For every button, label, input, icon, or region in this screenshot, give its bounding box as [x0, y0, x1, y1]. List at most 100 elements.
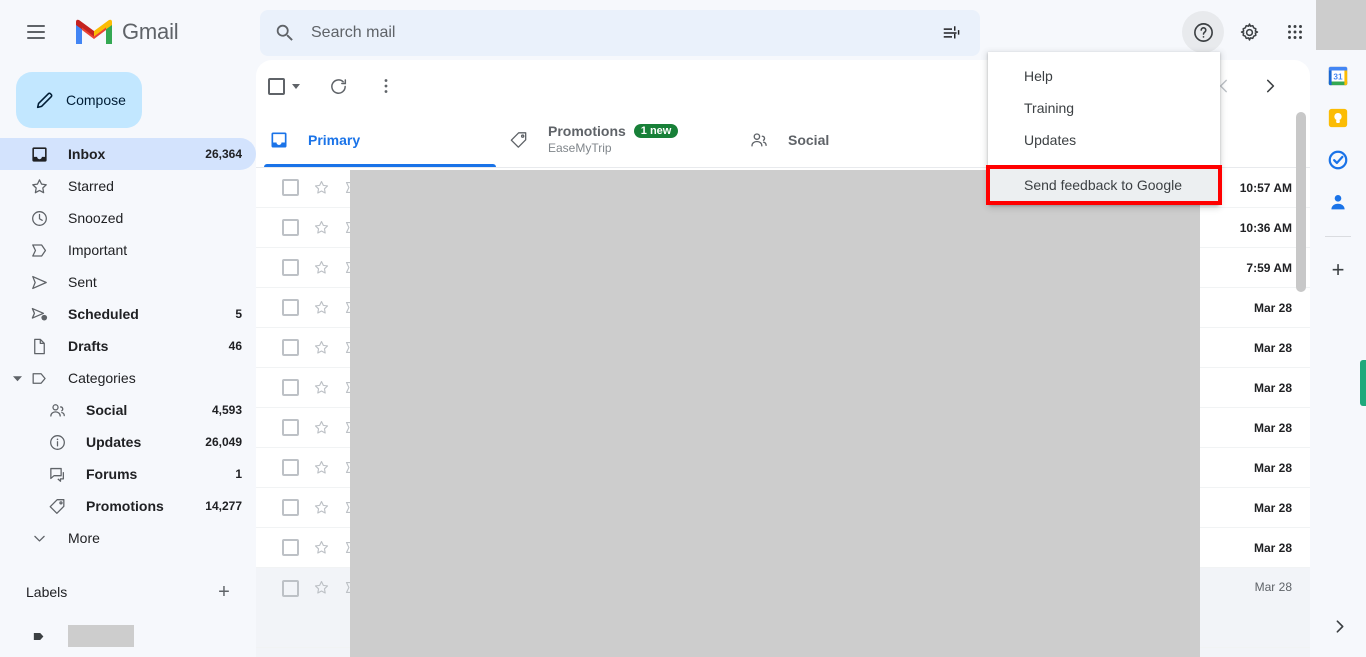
star-icon[interactable] [313, 179, 330, 196]
filter-options-icon[interactable] [932, 13, 972, 53]
gmail-logo-icon [74, 17, 114, 47]
sidebar-item-starred[interactable]: Starred [0, 170, 256, 202]
compose-button[interactable]: Compose [16, 72, 142, 128]
sidebar-item-social[interactable]: Social 4,593 [0, 394, 256, 426]
star-icon [26, 177, 52, 196]
row-checkbox[interactable] [282, 259, 299, 276]
star-icon[interactable] [313, 299, 330, 316]
row-date: 7:59 AM [1246, 260, 1292, 275]
select-all-checkbox[interactable] [268, 77, 300, 95]
google-tasks-icon[interactable] [1326, 148, 1350, 172]
people-tab-icon [744, 130, 774, 150]
sidebar-item-inbox[interactable]: Inbox 26,364 [0, 138, 256, 170]
row-date: 10:57 AM [1239, 180, 1292, 195]
row-checkbox[interactable] [282, 499, 299, 516]
sidebar-item-snoozed[interactable]: Snoozed [0, 202, 256, 234]
sidebar-item-sent[interactable]: Sent [0, 266, 256, 298]
row-checkbox[interactable] [282, 539, 299, 556]
next-page-button[interactable] [1250, 66, 1290, 106]
tab-promotions[interactable]: Promotions 1 new EaseMyTrip [496, 112, 736, 167]
gmail-brand[interactable]: Gmail [74, 17, 179, 47]
chevron-down-icon [292, 83, 300, 89]
google-calendar-icon[interactable]: 31 [1326, 64, 1350, 88]
sidebar-label: Starred [68, 178, 114, 194]
menu-item-help[interactable]: Help [988, 60, 1220, 92]
row-checkbox[interactable] [282, 339, 299, 356]
star-icon[interactable] [313, 459, 330, 476]
row-checkbox[interactable] [282, 419, 299, 436]
search-icon[interactable] [265, 13, 305, 53]
menu-item-send-feedback[interactable]: Send feedback to Google [986, 165, 1222, 205]
sidebar-item-drafts[interactable]: Drafts 46 [0, 330, 256, 362]
sidebar-count: 5 [235, 307, 242, 321]
star-icon[interactable] [313, 339, 330, 356]
star-icon[interactable] [313, 579, 330, 596]
refresh-icon[interactable] [318, 66, 358, 106]
sidebar-label: Inbox [68, 146, 106, 162]
sidebar-count: 1 [235, 467, 242, 481]
menu-item-training[interactable]: Training [988, 92, 1220, 124]
divider [1325, 236, 1351, 237]
tab-label: Promotions [548, 122, 626, 139]
plus-icon[interactable]: + [210, 578, 238, 606]
svg-text:31: 31 [1333, 73, 1343, 82]
google-keep-icon[interactable] [1326, 106, 1350, 130]
sidebar-count: 46 [228, 339, 242, 353]
avatar[interactable] [1316, 0, 1366, 50]
help-circle-icon[interactable] [1182, 11, 1224, 53]
sidebar-item-more[interactable]: More [0, 522, 256, 554]
star-icon[interactable] [313, 499, 330, 516]
sidebar-count: 26,364 [205, 147, 242, 161]
sidebar-count: 26,049 [205, 435, 242, 449]
row-date: Mar 28 [1253, 340, 1292, 355]
row-checkbox[interactable] [282, 179, 299, 196]
chevron-down-icon [26, 530, 52, 547]
draft-icon [26, 337, 52, 356]
search-input[interactable] [305, 24, 932, 42]
row-date: Mar 28 [1253, 300, 1292, 315]
sidebar-item-updates[interactable]: Updates 26,049 [0, 426, 256, 458]
star-icon[interactable] [313, 259, 330, 276]
row-checkbox[interactable] [282, 219, 299, 236]
gear-icon[interactable] [1228, 11, 1270, 53]
mail-list-scrollbar[interactable] [1296, 112, 1306, 292]
sidebar-item-important[interactable]: Important [0, 234, 256, 266]
sidebar-label: Drafts [68, 338, 109, 354]
row-date: Mar 28 [1253, 460, 1292, 475]
tab-primary[interactable]: Primary [256, 112, 496, 167]
plus-icon[interactable]: + [1332, 259, 1345, 281]
tab-sublabel: EaseMyTrip [548, 140, 612, 155]
scheduled-icon [26, 305, 52, 324]
row-date: Mar 28 [1253, 540, 1292, 555]
sidebar-label: Forums [86, 466, 138, 482]
search-bar[interactable] [260, 10, 980, 56]
row-checkbox[interactable] [282, 580, 299, 597]
apps-grid-icon[interactable] [1274, 11, 1316, 53]
label-list-item[interactable] [0, 620, 256, 652]
hamburger-menu-icon[interactable] [12, 8, 60, 56]
people-icon [44, 401, 70, 420]
tab-social[interactable]: Social [736, 112, 976, 167]
help-dropdown-menu: Help Training Updates Send feedback to G… [986, 52, 1222, 205]
label-tag-icon [26, 369, 52, 388]
row-checkbox[interactable] [282, 459, 299, 476]
inbox-tab-icon [264, 130, 294, 150]
star-icon[interactable] [313, 219, 330, 236]
google-contacts-icon[interactable] [1326, 190, 1350, 214]
green-side-tab [1360, 360, 1366, 406]
star-icon[interactable] [313, 539, 330, 556]
star-icon[interactable] [313, 419, 330, 436]
row-checkbox[interactable] [282, 379, 299, 396]
row-date: Mar 28 [1254, 580, 1292, 594]
more-vertical-icon[interactable] [366, 66, 406, 106]
left-sidebar: Compose Inbox 26,364 Starred Snoozed Imp… [0, 64, 256, 657]
sidebar-categories-toggle[interactable]: Categories [0, 362, 256, 394]
row-checkbox[interactable] [282, 299, 299, 316]
star-icon[interactable] [313, 379, 330, 396]
sidebar-label: Sent [68, 274, 97, 290]
sidebar-item-scheduled[interactable]: Scheduled 5 [0, 298, 256, 330]
expand-panel-button[interactable] [1331, 618, 1348, 635]
sidebar-item-promotions[interactable]: Promotions 14,277 [0, 490, 256, 522]
sidebar-item-forums[interactable]: Forums 1 [0, 458, 256, 490]
menu-item-updates[interactable]: Updates [988, 124, 1220, 156]
